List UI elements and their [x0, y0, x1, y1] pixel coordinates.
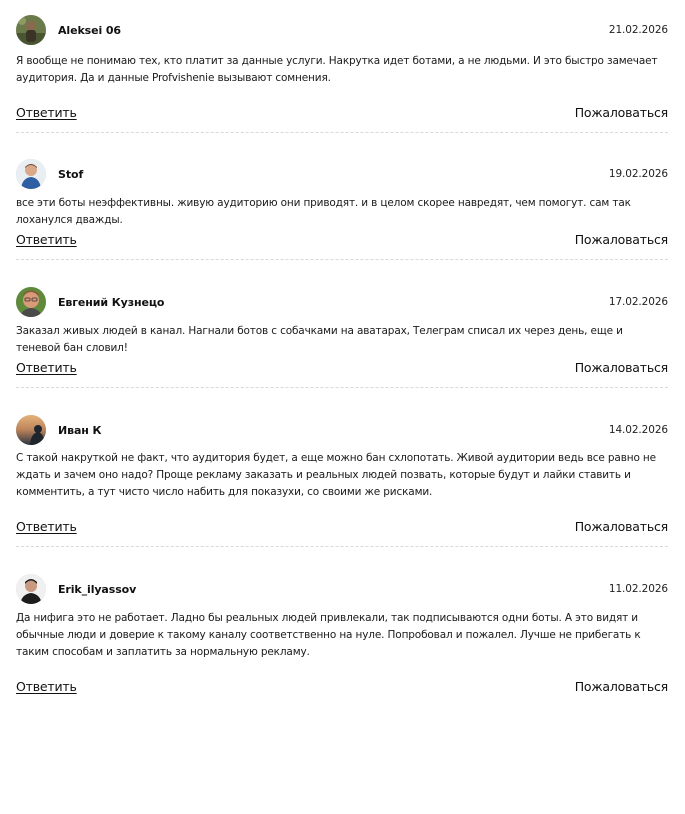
comment-header: Erik_ilyassov 11.02.2026 — [16, 574, 668, 604]
comment-actions: Ответить Пожаловаться — [16, 357, 668, 377]
comment-text: Заказал живых людей в канал. Нагнали бот… — [16, 325, 623, 354]
report-link[interactable]: Пожаловаться — [575, 519, 668, 534]
comment-author[interactable]: Stof — [58, 168, 83, 181]
comment-header: Aleksei 06 21.02.2026 — [16, 15, 668, 45]
comment-date: 14.02.2026 — [608, 424, 668, 436]
reply-link[interactable]: Ответить — [16, 679, 77, 694]
comment-author[interactable]: Erik_ilyassov — [58, 583, 136, 596]
comment-actions: Ответить Пожаловаться — [16, 229, 668, 249]
avatar[interactable] — [16, 287, 46, 317]
comment-date: 17.02.2026 — [608, 296, 668, 308]
comment-divider — [16, 132, 668, 133]
comment-divider — [16, 546, 668, 547]
comment-text: Да нифига это не работает. Ладно бы реал… — [16, 612, 641, 658]
comment-divider — [16, 259, 668, 260]
avatar-photo-icon — [16, 574, 46, 604]
avatar[interactable] — [16, 15, 46, 45]
report-link[interactable]: Пожаловаться — [575, 105, 668, 120]
comment-actions: Ответить Пожаловаться — [16, 516, 668, 536]
comment-date: 11.02.2026 — [608, 583, 668, 595]
comment-header: Stof 19.02.2026 — [16, 159, 668, 189]
avatar-photo-icon — [16, 159, 46, 189]
reply-link[interactable]: Ответить — [16, 232, 77, 247]
report-link[interactable]: Пожаловаться — [575, 232, 668, 247]
avatar-photo-icon — [16, 287, 46, 317]
report-link[interactable]: Пожаловаться — [575, 679, 668, 694]
comment-text: Я вообще не понимаю тех, кто платит за д… — [16, 55, 658, 84]
comment-actions: Ответить Пожаловаться — [16, 676, 668, 696]
comment-date: 21.02.2026 — [608, 24, 668, 36]
avatar-photo-icon — [16, 15, 46, 45]
avatar-photo-icon — [16, 415, 46, 445]
comment-actions: Ответить Пожаловаться — [16, 102, 668, 122]
comment-divider — [16, 387, 668, 388]
reply-link[interactable]: Ответить — [16, 360, 77, 375]
avatar[interactable] — [16, 574, 46, 604]
comment-author[interactable]: Иван К — [58, 424, 102, 437]
comment-author[interactable]: Aleksei 06 — [58, 24, 121, 37]
reply-link[interactable]: Ответить — [16, 105, 77, 120]
comment-header: Иван К 14.02.2026 — [16, 415, 668, 445]
comment-author[interactable]: Евгений Кузнецо — [58, 296, 164, 309]
avatar[interactable] — [16, 415, 46, 445]
comment-text: все эти боты неэффективны. живую аудитор… — [16, 197, 631, 226]
reply-link[interactable]: Ответить — [16, 519, 77, 534]
report-link[interactable]: Пожаловаться — [575, 360, 668, 375]
comment-date: 19.02.2026 — [608, 168, 668, 180]
comment-header: Евгений Кузнецо 17.02.2026 — [16, 287, 668, 317]
comment-item: Erik_ilyassov 11.02.2026 Да нифига это н… — [0, 559, 685, 814]
avatar[interactable] — [16, 159, 46, 189]
comment-text: С такой накруткой не факт, что аудитория… — [16, 452, 656, 498]
